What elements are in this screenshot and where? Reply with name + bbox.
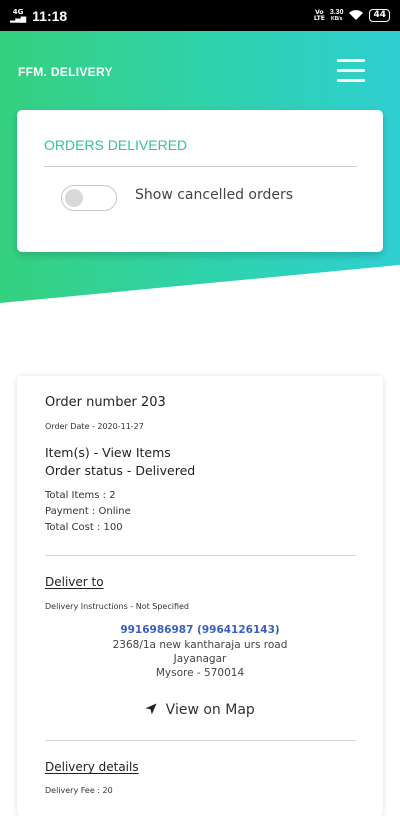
divider xyxy=(44,166,357,167)
delivery-fee: Delivery Fee : 20 xyxy=(45,786,113,795)
brand-title[interactable]: FFM. DELIVERY xyxy=(18,65,113,79)
menu-bar-middle xyxy=(337,69,365,72)
total-items: Total Items : 2 xyxy=(45,490,116,501)
signal-bars: ▂▄▆ xyxy=(10,14,27,23)
order-status: Order status - Delivered xyxy=(45,463,196,478)
delivery-details-heading: Delivery details xyxy=(45,760,139,774)
status-bar: 4G ▂▄▆ 11:18 Vo LTE 3.30 KB/s 44 xyxy=(0,0,400,31)
toggle-label[interactable]: Show cancelled orders xyxy=(135,187,293,203)
section-title: ORDERS DELIVERED xyxy=(44,137,188,153)
network-speed: 3.30 KB/s xyxy=(330,9,344,22)
address-line-2: Jayanagar xyxy=(173,653,227,665)
volte-indicator: Vo LTE xyxy=(313,9,325,22)
view-on-map-button[interactable]: View on Map xyxy=(17,702,383,718)
deliver-to-heading: Deliver to xyxy=(45,575,104,589)
order-number: Order number 203 xyxy=(45,395,166,410)
menu-bar-bottom xyxy=(337,79,365,82)
clock: 11:18 xyxy=(32,7,68,24)
order-date: Order Date - 2020-11-27 xyxy=(45,422,144,431)
toggle-knob xyxy=(65,189,83,207)
address-line-3: Mysore - 570014 xyxy=(155,667,245,679)
speed-unit: KB/s xyxy=(330,16,343,22)
delivery-instructions: Delivery Instructions - Not Specified xyxy=(45,602,190,611)
battery-level: 44 xyxy=(373,10,386,20)
address-line-1: 2368/1a new kantharaja urs road xyxy=(112,639,288,651)
payment-method: Payment : Online xyxy=(45,506,131,517)
network-indicator: 4G ▂▄▆ xyxy=(10,8,27,23)
orders-filter-card: ORDERS DELIVERED Show cancelled orders xyxy=(17,110,383,252)
menu-bar-top xyxy=(337,59,365,62)
lte-label: LTE xyxy=(313,14,325,22)
location-arrow-icon xyxy=(145,702,165,718)
view-items-link[interactable]: Item(s) - View Items xyxy=(45,445,171,460)
total-cost: Total Cost : 100 xyxy=(45,522,123,533)
speed-value: 3.30 xyxy=(329,9,344,16)
battery-icon: 44 xyxy=(369,9,390,22)
divider xyxy=(45,740,356,741)
show-cancelled-toggle[interactable] xyxy=(61,185,117,211)
order-card: Order number 203 Order Date - 2020-11-27… xyxy=(17,376,383,816)
divider xyxy=(45,555,356,556)
view-on-map-label: View on Map xyxy=(165,702,255,718)
wifi-icon xyxy=(348,6,364,25)
hamburger-menu-icon[interactable] xyxy=(337,58,365,82)
phone-number-link[interactable]: 9916986987 (9964126143) xyxy=(17,624,383,636)
status-icons: Vo LTE 3.30 KB/s 44 xyxy=(314,6,390,25)
